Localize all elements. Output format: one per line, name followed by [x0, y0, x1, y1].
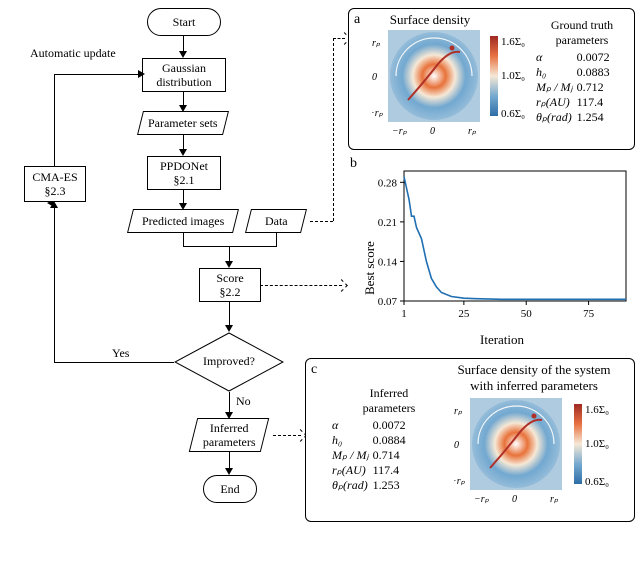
chart-b: 0.28 0.21 0.14 0.07 1 25 50 75 — [370, 165, 630, 335]
svg-text:rₚ: rₚ — [454, 406, 463, 417]
cbar-a-0: 1.6Σ₀ — [501, 36, 525, 48]
arrow — [54, 203, 55, 363]
cbar-c-1: 1.0Σ₀ — [585, 438, 609, 450]
table-a-title: Ground truth parameters — [534, 18, 630, 48]
score-node: Score §2.2 — [199, 268, 261, 302]
params-label: Parameter sets — [148, 116, 218, 130]
svg-text:1: 1 — [401, 308, 407, 320]
svg-text:25: 25 — [458, 308, 470, 320]
panel-a-title: Surface density — [370, 12, 490, 28]
svg-text:0: 0 — [454, 440, 459, 451]
dash — [310, 221, 333, 222]
svg-text:0: 0 — [512, 494, 517, 505]
ppdonet-label: PPDONet §2.1 — [160, 159, 208, 188]
chart-b-xlabel: Iteration — [480, 332, 524, 348]
dash-v — [333, 38, 334, 221]
gaussian-label: Gaussian distribution — [156, 61, 211, 90]
auto-label: Automatic update — [30, 46, 116, 61]
dash — [260, 285, 342, 286]
pred-node: Predicted images — [130, 210, 236, 232]
gaussian-node: Gaussian distribution — [142, 58, 226, 92]
table-c: Inferred parameters α0.0072 h₀0.0884 Mₚ … — [330, 386, 448, 493]
svg-text:50: 50 — [521, 308, 533, 320]
start-label: Start — [173, 15, 196, 29]
arrow — [54, 74, 140, 75]
arrowhead — [138, 70, 145, 78]
inferred-node: Inferred parameters — [193, 419, 265, 451]
arrow — [54, 362, 174, 363]
pred-label: Predicted images — [142, 214, 224, 228]
no-label: No — [236, 394, 251, 409]
arrowhead — [225, 325, 233, 332]
svg-text:0: 0 — [372, 72, 377, 83]
arrowhead — [179, 149, 187, 156]
svg-text:−rₚ: −rₚ — [474, 494, 490, 505]
panel-a-letter: a — [354, 12, 360, 28]
table-c-title: Inferred parameters — [330, 386, 448, 416]
svg-text:0: 0 — [430, 126, 435, 137]
svg-text:0.21: 0.21 — [378, 217, 397, 229]
data-label: Data — [265, 214, 288, 228]
panel-c-letter: c — [311, 362, 317, 378]
arrow — [183, 233, 184, 246]
data-node: Data — [248, 210, 304, 232]
table-a: Ground truth parameters α0.0072 h₀0.0883… — [534, 18, 630, 125]
cbar-c-2: 0.6Σ₀ — [585, 476, 609, 488]
cbar-c-0: 1.6Σ₀ — [585, 404, 609, 416]
ppdonet-node: PPDONet §2.1 — [147, 156, 221, 190]
svg-text:rₚ: rₚ — [468, 126, 477, 137]
svg-text:−rₚ: −rₚ — [392, 126, 408, 137]
heatmap-a: rₚ 0 −rₚ −rₚ 0 rₚ — [372, 30, 490, 143]
arrowhead — [225, 261, 233, 268]
heatmap-c: rₚ 0 −rₚ −rₚ 0 rₚ — [454, 398, 572, 511]
svg-text:rₚ: rₚ — [550, 494, 559, 505]
cmaes-label: CMA-ES §2.3 — [32, 170, 77, 199]
arrow — [54, 74, 55, 166]
panel-c-img-title: Surface density of the system with infer… — [436, 362, 632, 394]
end-label: End — [220, 482, 239, 496]
svg-text:0.14: 0.14 — [378, 256, 398, 268]
svg-text:rₚ: rₚ — [372, 38, 381, 49]
arrow — [276, 233, 277, 246]
cbar-a-2: 0.6Σ₀ — [501, 108, 525, 120]
arrowhead — [179, 51, 187, 58]
arrow — [229, 392, 230, 414]
svg-text:−rₚ: −rₚ — [454, 476, 466, 487]
svg-text:0.07: 0.07 — [378, 296, 398, 308]
arrow — [229, 301, 230, 327]
arrowhead-up — [50, 201, 58, 208]
inferred-label: Inferred parameters — [203, 421, 256, 450]
end-node: End — [203, 475, 257, 503]
dash-arrowhead — [335, 279, 348, 292]
decision-node: Improved? — [174, 332, 284, 392]
arrow — [183, 246, 277, 247]
svg-text:75: 75 — [583, 308, 595, 320]
params-node: Parameter sets — [140, 112, 226, 134]
decision-label: Improved? — [174, 354, 284, 369]
score-label: Score §2.2 — [216, 271, 243, 300]
svg-text:−rₚ: −rₚ — [372, 108, 384, 119]
svg-text:0.28: 0.28 — [378, 177, 398, 189]
cmaes-node: CMA-ES §2.3 — [24, 166, 86, 202]
start-node: Start — [147, 8, 221, 36]
colorbar-c — [574, 404, 582, 484]
arrowhead — [225, 468, 233, 475]
chart-b-ylabel: Best score — [362, 241, 378, 295]
panel-b-letter: b — [350, 156, 357, 172]
cbar-a-1: 1.0Σ₀ — [501, 70, 525, 82]
yes-label: Yes — [112, 346, 129, 361]
colorbar-a — [490, 36, 498, 116]
